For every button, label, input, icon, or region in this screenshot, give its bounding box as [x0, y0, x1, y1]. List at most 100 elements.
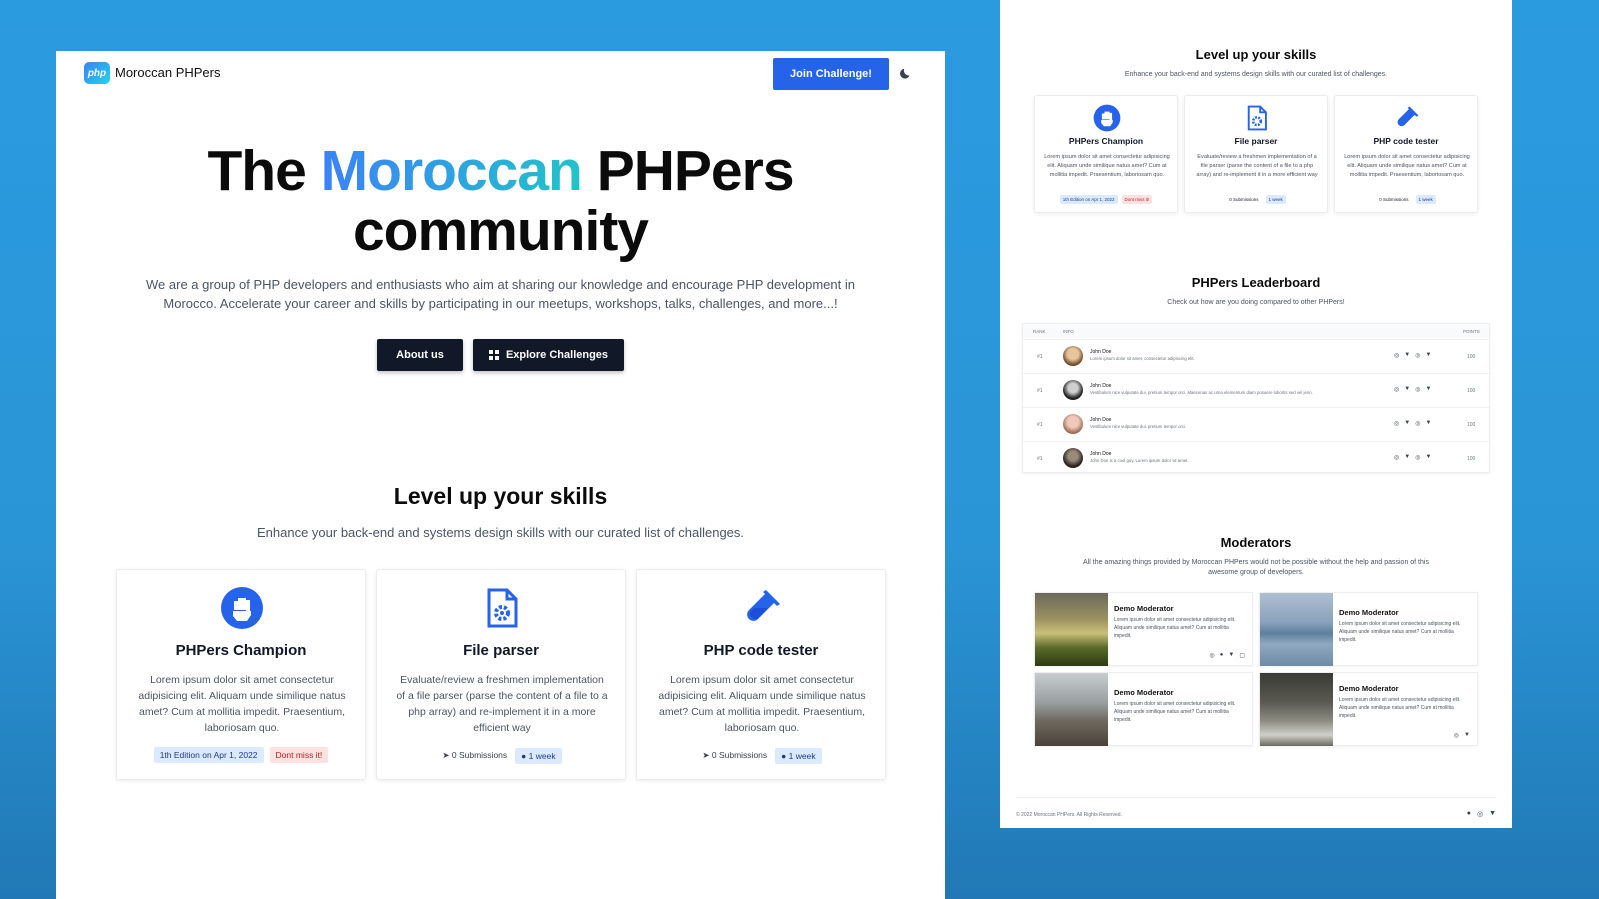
moderator-name: Demo Moderator — [1114, 604, 1174, 613]
member-name: John Doe — [1090, 417, 1112, 423]
full-page-screenshot: Level up your skills Enhance your back-e… — [1000, 0, 1512, 828]
join-challenge-button[interactable]: Join Challenge! — [773, 58, 889, 90]
github-icon[interactable]: ◎ — [1415, 454, 1420, 461]
github-icon[interactable]: ◎ — [1394, 454, 1399, 461]
github-icon[interactable]: ◎ — [1394, 352, 1399, 359]
github-icon[interactable]: ◎ — [1477, 810, 1483, 818]
hero-title-line2: community — [352, 199, 649, 263]
github-icon[interactable]: ◎ — [1415, 420, 1420, 427]
github-icon[interactable]: ◎ — [1454, 732, 1459, 739]
github-icon[interactable]: ◎ — [1415, 352, 1420, 359]
about-us-label: About us — [396, 349, 444, 361]
card-title: File parser — [463, 642, 539, 659]
footer: © 2022 Moroccan PHPers. All Rights Reser… — [1016, 797, 1496, 827]
github-icon[interactable]: ◎ — [1210, 652, 1215, 659]
file-gear-icon — [1247, 105, 1267, 131]
hero-description: We are a group of PHP developers and ent… — [146, 277, 855, 311]
points: 100 — [1467, 354, 1476, 360]
github-icon[interactable]: ◎ — [1394, 420, 1399, 427]
card-tags: ➤ 0 Submissions ● 1 week — [637, 747, 885, 764]
member-name: John Doe — [1090, 349, 1112, 355]
submissions-badge: 0 Submissions — [1379, 197, 1409, 202]
twitter-icon[interactable]: ▼ — [1404, 420, 1410, 427]
member-bio: John Doe is a cool guy. Lorem ipsum dolo… — [1090, 458, 1189, 463]
about-us-button[interactable]: About us — [377, 339, 463, 371]
rank: #1 — [1037, 456, 1043, 462]
avatar — [1063, 414, 1083, 434]
leaderboard-title: PHPers Leaderboard — [1191, 275, 1321, 290]
member-name: John Doe — [1090, 383, 1112, 389]
submissions-badge: 0 Submissions — [1229, 197, 1259, 202]
rank: #1 — [1037, 388, 1043, 394]
table-row[interactable]: #1 John Doe John Doe is a cool guy. Lore… — [1023, 441, 1489, 475]
challenge-card-file-parser[interactable]: File parser Evaluate/review a freshmen i… — [376, 569, 626, 780]
explore-challenges-button[interactable]: Explore Challenges — [473, 339, 624, 371]
social-links[interactable]: ◎ ▼ ◎ ▼ — [1394, 352, 1431, 359]
dont-miss-badge: Dont miss it! — [1121, 195, 1153, 204]
brand-name[interactable]: Moroccan PHPers — [115, 65, 220, 80]
social-links[interactable]: ◎ ● ▼ ▢ — [1210, 652, 1246, 659]
github-icon[interactable]: ◎ — [1415, 386, 1420, 393]
table-row[interactable]: #1 John Doe Vestibulum nice vulputate du… — [1023, 373, 1489, 407]
facebook-icon[interactable]: ● — [1467, 810, 1471, 818]
table-row[interactable]: #1 John Doe Vestibulum nice vulputate du… — [1023, 407, 1489, 441]
twitter-icon[interactable]: ▼ — [1425, 454, 1431, 461]
points: 100 — [1467, 456, 1476, 462]
social-links[interactable]: ◎ ▼ ◎ ▼ — [1394, 386, 1431, 393]
twitter-icon[interactable]: ▼ — [1425, 352, 1431, 359]
card-title: PHP code tester — [1373, 136, 1439, 146]
twitter-icon[interactable]: ▼ — [1425, 420, 1431, 427]
footer-social-links[interactable]: ● ◎ ▼ — [1467, 810, 1496, 818]
hero-title-highlight: Moroccan — [320, 139, 583, 203]
challenge-card-champion[interactable]: PHPers Champion Lorem ipsum dolor sit am… — [116, 569, 366, 780]
vial-icon — [1397, 106, 1419, 127]
table-row[interactable]: #1 John Doe Lorem ipsum dolor sit amet, … — [1023, 339, 1489, 373]
avatar — [1063, 346, 1083, 366]
moderator-card[interactable]: Demo Moderator Lorem ipsum dolor sit ame… — [1034, 592, 1253, 666]
moon-icon[interactable] — [899, 66, 913, 80]
instagram-icon[interactable]: ▢ — [1239, 652, 1245, 659]
info-header: INFO — [1063, 329, 1074, 334]
social-links[interactable]: ◎ ▼ — [1454, 732, 1470, 739]
logo-icon[interactable]: php — [84, 62, 110, 84]
twitter-icon[interactable]: ▼ — [1425, 386, 1431, 393]
facebook-icon[interactable]: ● — [1220, 652, 1224, 659]
moderator-card[interactable]: Demo Moderator Lorem ipsum dolor sit ame… — [1259, 592, 1478, 666]
avatar — [1063, 448, 1083, 468]
twitter-icon[interactable]: ▼ — [1464, 732, 1470, 739]
vial-icon — [747, 590, 780, 621]
social-links[interactable]: ◎ ▼ ◎ ▼ — [1394, 420, 1431, 427]
card-description: Lorem ipsum dolor sit amet consectetur a… — [138, 674, 346, 734]
challenge-card-file-parser-small[interactable]: File parser Evaluate/review a freshmen i… — [1184, 95, 1328, 213]
explore-challenges-label: Explore Challenges — [505, 349, 609, 361]
twitter-icon[interactable]: ▼ — [1228, 652, 1234, 659]
member-bio: Lorem ipsum dolor sit amet, consectetur … — [1090, 356, 1195, 361]
moderator-card[interactable]: Demo Moderator Lorem ipsum dolor sit ame… — [1259, 672, 1478, 746]
fist-icon — [1093, 104, 1121, 132]
twitter-icon[interactable]: ▼ — [1404, 386, 1410, 393]
card-description: Evaluate/review a freshmen implementatio… — [396, 674, 608, 734]
skills-subtitle-small: Enhance your back-end and systems design… — [1124, 71, 1388, 78]
twitter-icon[interactable]: ▼ — [1404, 454, 1410, 461]
hero-title-post: PHPers — [596, 139, 795, 203]
twitter-icon[interactable]: ▼ — [1404, 352, 1410, 359]
member-bio: Vestibulum nice vulputate dui, pretium t… — [1090, 390, 1313, 395]
github-icon[interactable]: ◎ — [1394, 386, 1399, 393]
social-links[interactable]: ◎ ▼ ◎ ▼ — [1394, 454, 1431, 461]
moderator-card[interactable]: Demo Moderator Lorem ipsum dolor sit ame… — [1034, 672, 1253, 746]
challenge-card-code-tester[interactable]: PHP code tester Lorem ipsum dolor sit am… — [636, 569, 886, 780]
card-tags: 1th Edition on Apr 1, 2022 Dont miss it! — [1035, 195, 1177, 204]
moderator-description: Lorem ipsum dolor sit amet consectetur a… — [1339, 697, 1461, 719]
challenge-card-code-tester-small[interactable]: PHP code tester Lorem ipsum dolor sit am… — [1334, 95, 1478, 213]
card-description: Evaluate/review a freshmen implementatio… — [1196, 154, 1318, 178]
card-tags: 0 Submissions 1 week — [1185, 195, 1327, 204]
moderators-title: Moderators — [1220, 535, 1292, 550]
member-bio: Vestibulum nice vulputate dui, pretium t… — [1090, 424, 1187, 429]
card-description: Lorem ipsum dolor sit amet consectetur a… — [1044, 154, 1170, 178]
points: 100 — [1467, 388, 1476, 394]
twitter-icon[interactable]: ▼ — [1489, 810, 1496, 818]
challenge-card-champion-small[interactable]: PHPers Champion Lorem ipsum dolor sit am… — [1034, 95, 1178, 213]
skills-title-small: Level up your skills — [1195, 47, 1317, 62]
moderator-photo — [1260, 593, 1333, 666]
moderator-description: Lorem ipsum dolor sit amet consectetur a… — [1114, 701, 1236, 723]
